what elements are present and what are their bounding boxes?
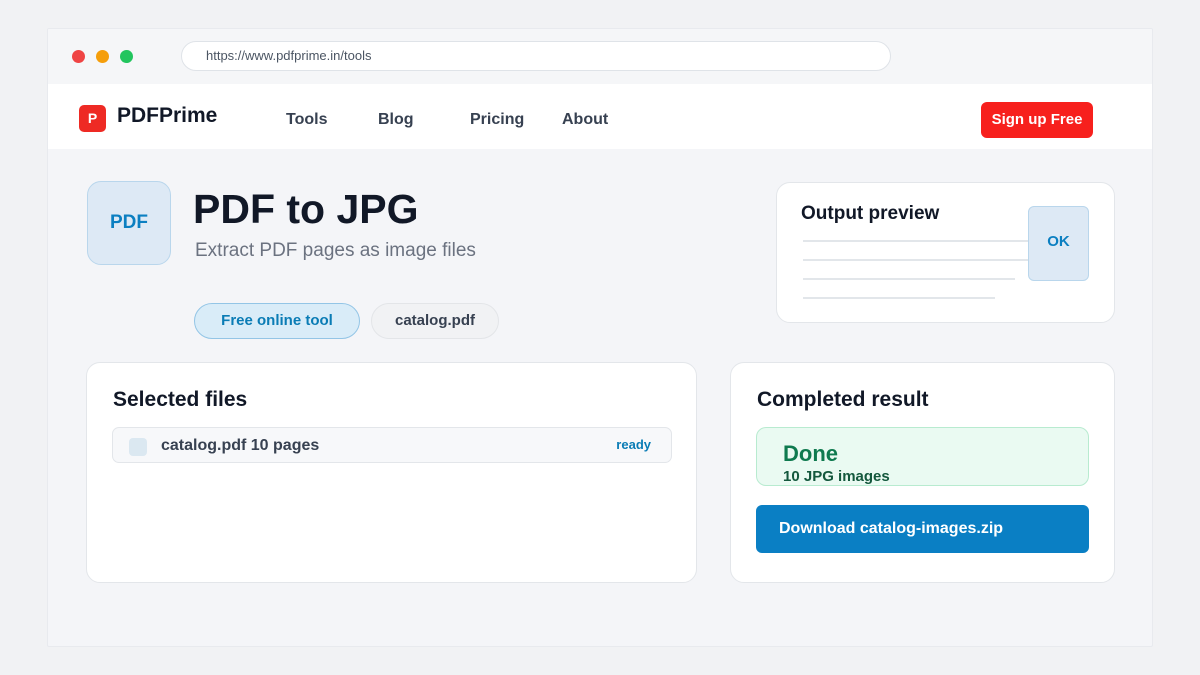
result-title: Completed result — [757, 388, 929, 411]
free-tool-badge: Free online tool — [194, 303, 360, 339]
page-title: PDF to JPG — [193, 186, 419, 232]
file-status: ready — [616, 437, 651, 452]
address-bar[interactable]: https://www.pdfprime.in/tools — [181, 41, 891, 71]
nav-link-about[interactable]: About — [562, 111, 608, 129]
site-navbar: P PDFPrime Tools Blog Pricing About Sign… — [48, 84, 1152, 149]
result-count: 10 JPG images — [783, 468, 890, 485]
preview-title: Output preview — [801, 203, 940, 224]
nav-link-pricing[interactable]: Pricing — [470, 111, 524, 129]
file-name: catalog.pdf 10 pages — [161, 437, 320, 454]
page-subtitle: Extract PDF pages as image files — [195, 240, 476, 261]
preview-line — [803, 240, 1053, 242]
preview-line — [803, 297, 995, 299]
done-label: Done — [783, 441, 838, 466]
logo-icon[interactable]: P — [79, 105, 106, 132]
brand-name[interactable]: PDFPrime — [117, 104, 217, 128]
preview-ok-badge: OK — [1028, 206, 1089, 281]
close-window-icon[interactable] — [72, 50, 85, 63]
signup-button[interactable]: Sign up Free — [981, 102, 1093, 138]
selected-files-title: Selected files — [113, 388, 248, 411]
pdf-file-icon: PDF — [87, 181, 171, 265]
nav-link-blog[interactable]: Blog — [378, 111, 414, 129]
minimize-window-icon[interactable] — [96, 50, 109, 63]
file-thumbnail-icon — [129, 438, 147, 456]
output-preview-card: Output preview OK — [776, 182, 1115, 323]
browser-chrome: https://www.pdfprime.in/tools — [48, 29, 1152, 84]
browser-window: https://www.pdfprime.in/tools P PDFPrime… — [47, 28, 1153, 647]
completed-result-card: Completed result Done 10 JPG images Down… — [730, 362, 1115, 583]
file-row[interactable]: catalog.pdf 10 pages ready — [112, 427, 672, 463]
download-zip-button[interactable]: Download catalog-images.zip — [756, 505, 1089, 553]
maximize-window-icon[interactable] — [120, 50, 133, 63]
success-status-box: Done 10 JPG images — [756, 427, 1089, 486]
nav-link-tools[interactable]: Tools — [286, 111, 327, 129]
preview-line — [803, 259, 1035, 261]
selected-files-card: Selected files catalog.pdf 10 pages read… — [86, 362, 697, 583]
file-name-chip[interactable]: catalog.pdf — [371, 303, 499, 339]
preview-line — [803, 278, 1015, 280]
